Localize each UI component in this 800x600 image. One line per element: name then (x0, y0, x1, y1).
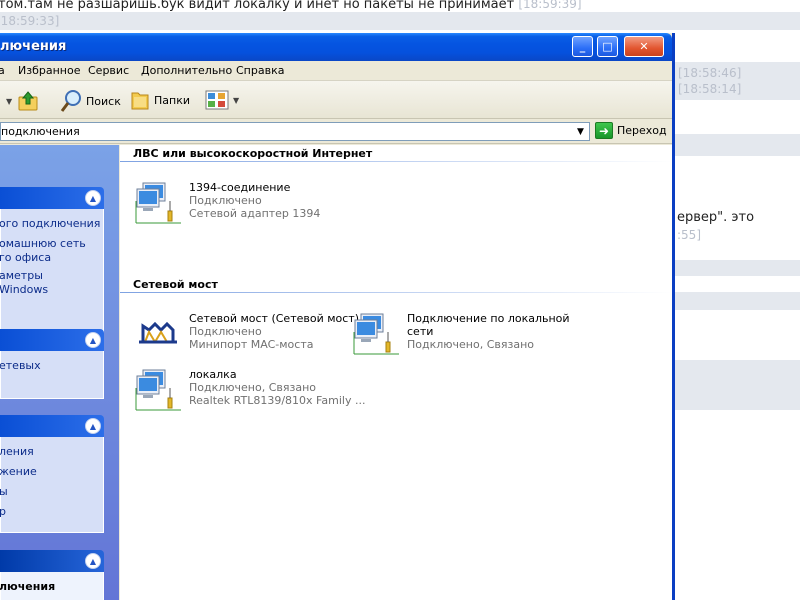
connection-status: Подключено (189, 194, 262, 207)
address-value: подключения (1, 125, 80, 138)
go-label: Переход (617, 124, 667, 137)
search-label: Поиск (86, 94, 121, 108)
menu-advanced[interactable]: Дополнительно (141, 64, 232, 77)
panel-body: лючения (0, 572, 104, 600)
folders-label: Папки (154, 93, 190, 107)
task-office-network[interactable]: го офиса (0, 251, 103, 265)
dropdown-arrow-icon: ▼ (6, 96, 13, 106)
connection-name: Подключение по локальной (407, 312, 570, 325)
details-title: лючения (0, 580, 56, 593)
connections-list: ЛВС или высокоскоростной Интернет 1394-с… (120, 145, 672, 600)
connection-status: Подключено, Связано (407, 338, 535, 351)
chevron-up-icon[interactable]: ▲ (85, 332, 101, 348)
task-home-network[interactable]: омашнюю сеть (0, 237, 103, 251)
views-icon (205, 90, 229, 110)
connection-status: Подключено (189, 325, 262, 338)
task-network-troubleshooter[interactable]: етевых (0, 359, 103, 373)
network-bridge-icon (135, 312, 183, 354)
menu-bar: а Избранное Сервис Дополнительно Справка (0, 61, 672, 81)
menu-view[interactable]: а (0, 64, 5, 77)
chevron-up-icon[interactable]: ▲ (85, 553, 101, 569)
details-panel: ▲ лючения (0, 550, 104, 600)
menu-favorites[interactable]: Избранное (18, 64, 80, 77)
task-firewall-settings[interactable]: аметры (0, 269, 103, 283)
connection-item[interactable]: Подключение по локальной сети Подключено… (353, 312, 570, 355)
panel-header[interactable]: ▲ (0, 329, 104, 351)
connection-status: Подключено, Связано (189, 381, 317, 394)
network-connection-icon (135, 181, 183, 224)
maximize-button[interactable]: □ (597, 36, 618, 57)
toolbar: ▼ Поиск Папки ▼ (0, 81, 672, 119)
address-input[interactable]: подключения ▼ (0, 122, 590, 141)
chat-message-text: ервер". это (677, 210, 755, 225)
connection-item[interactable]: Сетевой мост (Сетевой мост) 2 Подключено… (135, 312, 370, 354)
views-button[interactable]: ▼ (205, 89, 239, 111)
go-button[interactable]: ➜ Переход (595, 122, 667, 139)
folders-button[interactable]: Папки (130, 89, 190, 111)
chat-timestamp: [18:59:33] (0, 14, 60, 28)
window-title: лючения (0, 39, 67, 54)
minimize-button[interactable]: _ (572, 36, 593, 57)
network-connection-icon (353, 312, 401, 355)
connection-name-line2: сети (407, 325, 434, 338)
chevron-down-icon[interactable]: ▼ (573, 124, 588, 139)
group-divider (120, 161, 672, 162)
group-heading-lan: ЛВС или высокоскоростной Интернет (133, 147, 373, 160)
folders-icon (131, 92, 149, 110)
panel-header[interactable]: ▲ (0, 550, 104, 572)
menu-help[interactable]: Справка (236, 64, 284, 77)
connection-item[interactable]: 1394-соединение Подключено Сетевой адапт… (135, 181, 321, 224)
close-button[interactable]: ✕ (624, 36, 664, 57)
see-also-panel: ▲ етевых (0, 329, 104, 399)
dropdown-arrow-icon: ▼ (233, 95, 240, 105)
group-heading-bridge: Сетевой мост (133, 278, 218, 291)
connection-name: Сетевой мост (Сетевой мост) 2 (189, 312, 370, 325)
network-connection-icon (135, 368, 183, 411)
connection-device: Минипорт MAC-моста (189, 338, 314, 351)
chat-stripe (0, 12, 800, 30)
task-sidebar: ▲ ого подключения омашнюю сеть го офиса … (0, 145, 119, 600)
panel-header[interactable]: ▲ (0, 415, 104, 437)
chat-timestamp: [18:58:14] (678, 82, 742, 96)
chevron-up-icon[interactable]: ▲ (85, 418, 101, 434)
connection-item[interactable]: локалка Подключено, Связано Realtek RTL8… (135, 368, 366, 411)
connection-device: Realtek RTL8139/810x Family ... (189, 394, 366, 407)
chat-timestamp: :55] (677, 228, 701, 242)
task-create-connection[interactable]: ого подключения (0, 217, 103, 231)
chat-message: том.там не разшаришь.бук видит локалку и… (0, 0, 582, 12)
panel-body: ого подключения омашнюю сеть го офиса ам… (0, 209, 104, 333)
search-button[interactable]: Поиск (60, 89, 121, 113)
place-my-documents[interactable]: ы (0, 485, 103, 499)
chat-timestamp: [18:58:46] (678, 66, 742, 80)
network-connections-window: лючения _ □ ✕ а Избранное Сервис Дополни… (0, 33, 675, 600)
place-my-computer[interactable]: р (0, 505, 103, 519)
chat-timestamp: [18:59:39] (518, 0, 582, 11)
panel-header[interactable]: ▲ (0, 187, 104, 209)
search-icon (60, 90, 81, 112)
connection-device: Сетевой адаптер 1394 (189, 207, 321, 220)
other-places-panel: ▲ ления жение ы р (0, 415, 104, 533)
network-tasks-panel: ▲ ого подключения омашнюю сеть го офиса … (0, 187, 104, 333)
address-bar: подключения ▼ ➜ Переход (0, 120, 672, 144)
up-folder-icon (18, 91, 38, 111)
panel-body: етевых (0, 351, 104, 399)
connection-name: 1394-соединение (189, 181, 291, 194)
go-arrow-icon: ➜ (595, 122, 613, 139)
place-network-neighborhood[interactable]: жение (0, 465, 103, 479)
up-folder-button[interactable]: ▼ (6, 89, 40, 113)
menu-tools[interactable]: Сервис (88, 64, 129, 77)
task-windows-firewall[interactable]: Windows (0, 283, 103, 297)
connection-name: локалка (189, 368, 237, 381)
title-bar[interactable]: лючения _ □ ✕ (0, 33, 672, 61)
chevron-up-icon[interactable]: ▲ (85, 190, 101, 206)
group-divider (120, 292, 672, 293)
panel-body: ления жение ы р (0, 437, 104, 533)
chat-message-text: том.там не разшаришь.бук видит локалку и… (0, 0, 515, 12)
place-control-panel[interactable]: ления (0, 445, 103, 459)
